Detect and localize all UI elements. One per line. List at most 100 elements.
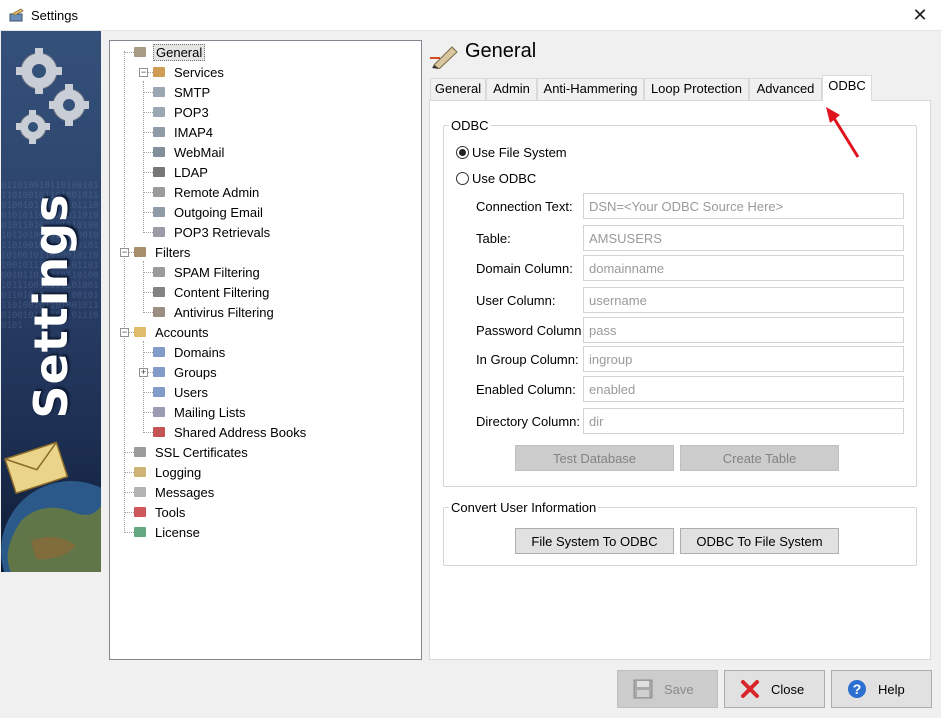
window-title: Settings bbox=[31, 8, 78, 23]
pop3-icon bbox=[151, 104, 167, 120]
tree-connector bbox=[143, 272, 153, 273]
tree-item-label: Filters bbox=[155, 244, 191, 260]
tree-item-label: Remote Admin bbox=[174, 184, 260, 200]
tree-item-filters[interactable]: Filters bbox=[132, 242, 192, 262]
collapse-icon[interactable]: − bbox=[120, 248, 129, 257]
tree-item-antivirus-filtering[interactable]: Antivirus Filtering bbox=[151, 302, 276, 322]
field-input-connection-text[interactable] bbox=[583, 193, 904, 219]
tree-connector bbox=[143, 112, 153, 113]
create-table-button[interactable]: Create Table bbox=[680, 445, 839, 471]
use-odbc-radio[interactable]: Use ODBC bbox=[456, 171, 536, 186]
field-label: Directory Column: bbox=[476, 414, 581, 429]
title-bar: Settings ✕ bbox=[0, 0, 941, 31]
tab-admin[interactable]: Admin bbox=[486, 78, 537, 100]
collapse-icon[interactable]: − bbox=[139, 68, 148, 77]
tree-item-label: WebMail bbox=[174, 144, 225, 160]
tree-item-smtp[interactable]: SMTP bbox=[151, 82, 212, 102]
tab-anti-hammering[interactable]: Anti-Hammering bbox=[537, 78, 644, 100]
field-input-in-group-column[interactable] bbox=[583, 346, 904, 372]
tree-item-tools[interactable]: Tools bbox=[132, 502, 187, 522]
tab-advanced[interactable]: Advanced bbox=[749, 78, 822, 100]
tree-item-groups[interactable]: Groups bbox=[151, 362, 219, 382]
tree-item-remote-admin[interactable]: Remote Admin bbox=[151, 182, 261, 202]
license-icon bbox=[132, 524, 148, 540]
tab-odbc[interactable]: ODBC bbox=[822, 75, 872, 101]
close-button[interactable]: Close bbox=[724, 670, 825, 708]
test-database-button[interactable]: Test Database bbox=[515, 445, 674, 471]
tree-item-outgoing-email[interactable]: Outgoing Email bbox=[151, 202, 265, 222]
tree-connector bbox=[143, 352, 153, 353]
tree-item-domains[interactable]: Domains bbox=[151, 342, 227, 362]
save-button[interactable]: Save bbox=[617, 670, 718, 708]
tree-item-imap4[interactable]: IMAP4 bbox=[151, 122, 215, 142]
tree-item-mailing-lists[interactable]: Mailing Lists bbox=[151, 402, 248, 422]
tab-loop-protection[interactable]: Loop Protection bbox=[644, 78, 749, 100]
tree-item-label: POP3 bbox=[174, 104, 209, 120]
field-input-directory-column[interactable] bbox=[583, 408, 904, 434]
tree-item-content-filtering[interactable]: Content Filtering bbox=[151, 282, 271, 302]
pen-icon bbox=[132, 44, 148, 60]
window-close-icon[interactable]: ✕ bbox=[908, 3, 932, 27]
radio-dot bbox=[456, 146, 469, 159]
odbc-to-file-system-button[interactable]: ODBC To File System bbox=[680, 528, 839, 554]
field-input-user-column[interactable] bbox=[583, 287, 904, 313]
tree-item-services[interactable]: Services bbox=[151, 62, 226, 82]
use-file-system-label: Use File System bbox=[472, 145, 567, 160]
tree-item-label: SMTP bbox=[174, 84, 211, 100]
tree-item-webmail[interactable]: WebMail bbox=[151, 142, 226, 162]
tree-connector bbox=[124, 472, 134, 473]
tree-item-label: Users bbox=[174, 384, 208, 400]
tree-item-label: SPAM Filtering bbox=[174, 264, 260, 280]
tree-item-license[interactable]: License bbox=[132, 522, 202, 542]
tree-item-label: Outgoing Email bbox=[174, 204, 263, 220]
tree-connector bbox=[124, 51, 125, 531]
tree-item-label: POP3 Retrievals bbox=[174, 224, 271, 240]
tree-item-users[interactable]: Users bbox=[151, 382, 210, 402]
tree-item-label: Messages bbox=[155, 484, 215, 500]
tree-item-ldap[interactable]: LDAP bbox=[151, 162, 210, 182]
tab-general[interactable]: General bbox=[430, 78, 486, 100]
messages-icon bbox=[132, 484, 148, 500]
red-arrow-icon bbox=[826, 107, 860, 158]
close-x-icon bbox=[739, 678, 761, 700]
tree-connector bbox=[143, 212, 153, 213]
settings-tree[interactable]: General Services SMTP POP3 IMAP4 WebMail LDAP R… bbox=[109, 40, 422, 660]
mailing-lists-icon bbox=[151, 404, 167, 420]
pop3-retrievals-icon bbox=[151, 224, 167, 240]
tree-item-accounts[interactable]: Accounts bbox=[132, 322, 210, 342]
field-input-domain-column[interactable] bbox=[583, 255, 904, 281]
tree-item-messages[interactable]: Messages bbox=[132, 482, 216, 502]
tree-item-label: Tools bbox=[155, 504, 186, 520]
tree-item-label: Services bbox=[174, 64, 224, 80]
tree-connector bbox=[143, 232, 153, 233]
field-input-table[interactable] bbox=[583, 225, 904, 251]
field-label: In Group Column: bbox=[476, 352, 579, 367]
tools-icon bbox=[132, 504, 148, 520]
tree-item-logging[interactable]: Logging bbox=[132, 462, 203, 482]
file-system-to-odbc-button[interactable]: File System To ODBC bbox=[515, 528, 674, 554]
tree-item-ssl-certificates[interactable]: SSL Certificates bbox=[132, 442, 250, 462]
tree-item-general[interactable]: General bbox=[132, 42, 206, 62]
tree-item-spam-filtering[interactable]: SPAM Filtering bbox=[151, 262, 262, 282]
users-icon bbox=[151, 384, 167, 400]
field-input-password-column[interactable] bbox=[583, 317, 904, 343]
field-input-enabled-column[interactable] bbox=[583, 376, 904, 402]
tree-item-label: License bbox=[155, 524, 200, 540]
tree-item-label: Shared Address Books bbox=[174, 424, 307, 440]
tree-item-shared-address-books[interactable]: Shared Address Books bbox=[151, 422, 308, 442]
tree-connector bbox=[124, 452, 134, 453]
address-book-icon bbox=[151, 424, 167, 440]
field-label: Table: bbox=[476, 231, 511, 246]
expand-icon[interactable]: + bbox=[139, 368, 148, 377]
services-icon bbox=[151, 64, 167, 80]
collapse-icon[interactable]: − bbox=[120, 328, 129, 337]
tree-connector bbox=[143, 81, 144, 231]
use-file-system-radio[interactable]: Use File System bbox=[456, 145, 567, 160]
tree-item-pop3[interactable]: POP3 bbox=[151, 102, 211, 122]
certificate-icon bbox=[132, 444, 148, 460]
smtp-icon bbox=[151, 84, 167, 100]
tree-connector bbox=[143, 292, 153, 293]
field-label: Password Column bbox=[476, 323, 582, 338]
help-button[interactable]: ? Help bbox=[831, 670, 932, 708]
tree-item-pop3-retrievals[interactable]: POP3 Retrievals bbox=[151, 222, 272, 242]
